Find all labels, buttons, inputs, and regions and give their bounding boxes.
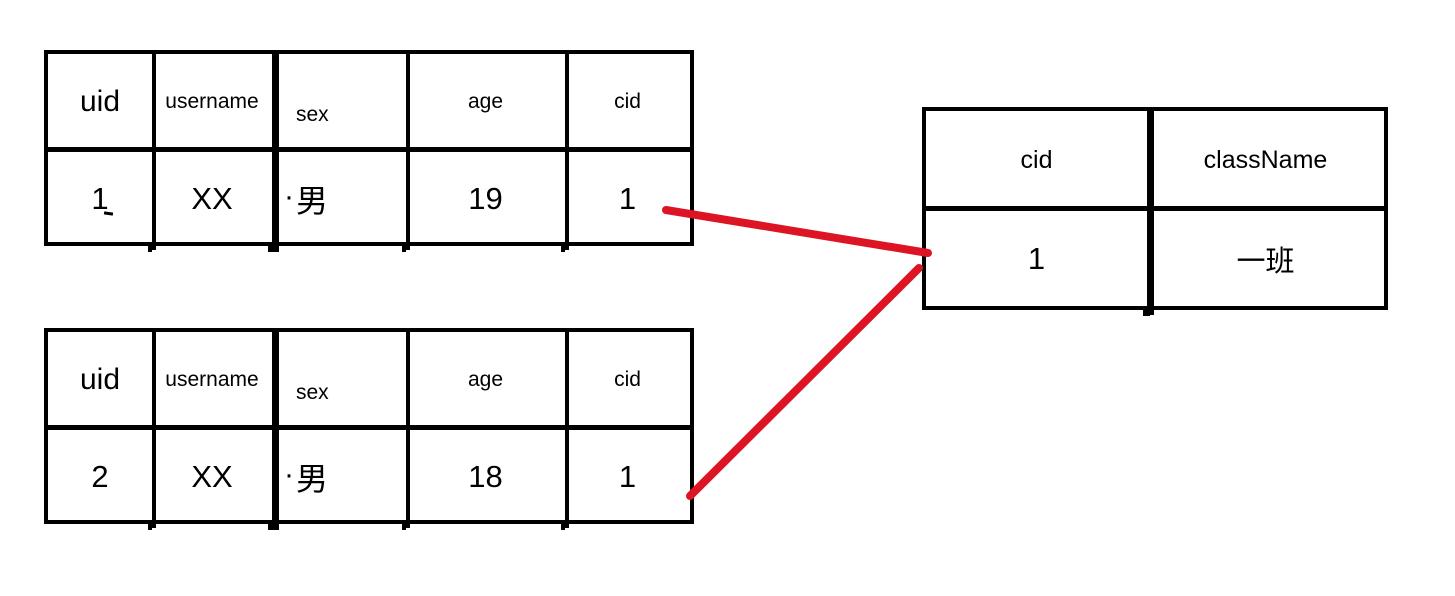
diagram-canvas: uid username sex age cid 1 XX 男 19 1 [0, 0, 1455, 596]
column-divider-1 [152, 50, 156, 250]
table-data-row: 1 一班 [926, 211, 1384, 306]
cell-age: 19 [468, 181, 503, 216]
cell-uid: 1 [48, 152, 152, 246]
column-header-username: username [165, 367, 259, 391]
cell-uid: 2 [91, 459, 109, 494]
column-divider-2 [272, 50, 279, 252]
column-divider-3 [406, 50, 410, 250]
link-student2-to-class [686, 264, 923, 500]
divider-stub [561, 521, 565, 530]
divider-stub [268, 521, 275, 530]
divider-stub [402, 243, 406, 252]
column-header-cid: cid [614, 367, 641, 391]
divider-stub [402, 521, 406, 530]
link-student1-to-class [662, 206, 932, 257]
divider-stub [148, 521, 152, 530]
column-header-cid: cid [1020, 145, 1053, 174]
cell-classname: 一班 [1236, 245, 1295, 278]
column-divider-2 [272, 328, 279, 530]
column-divider-4 [565, 328, 569, 528]
column-divider-1 [1147, 107, 1154, 315]
student-table-row1: uid username sex age cid 1 XX 男 19 1 [44, 50, 694, 252]
column-header-age: age [467, 89, 504, 113]
cell-sex: 男 [272, 430, 406, 524]
table-header-row: cid className [926, 111, 1384, 209]
table-header-row: uid username sex age cid [48, 54, 690, 149]
table-data-row: 2 XX 男 18 1 [48, 430, 690, 524]
column-divider-1 [152, 328, 156, 528]
table-data-row: 1 XX 男 19 1 [48, 152, 690, 246]
column-divider-3 [406, 328, 410, 528]
divider-stub [1143, 307, 1150, 316]
table-header-row: uid username sex age cid [48, 332, 690, 427]
column-divider-4 [565, 50, 569, 250]
class-table: cid className 1 一班 [922, 107, 1388, 315]
cell-cid: 1 [1027, 240, 1046, 276]
cell-username: XX [191, 181, 233, 216]
column-header-sex: sex [296, 381, 329, 404]
column-header-classname: className [1203, 145, 1328, 174]
cell-age: 18 [468, 459, 503, 494]
cell-username: XX [191, 459, 233, 494]
column-header-uid: uid [79, 84, 121, 118]
student-table-row2: uid username sex age cid 2 XX 男 18 1 [44, 328, 694, 530]
column-header-uid: uid [79, 362, 121, 396]
divider-stub [148, 243, 152, 252]
column-header-sex: sex [296, 103, 329, 126]
cell-cid: 1 [618, 181, 637, 216]
cell-sex: 男 [272, 152, 406, 246]
column-header-cid: cid [614, 89, 641, 113]
column-header-username: username [165, 89, 259, 113]
divider-stub [561, 243, 565, 252]
divider-stub [268, 243, 275, 252]
cell-cid: 1 [618, 459, 637, 494]
column-header-age: age [467, 367, 504, 391]
